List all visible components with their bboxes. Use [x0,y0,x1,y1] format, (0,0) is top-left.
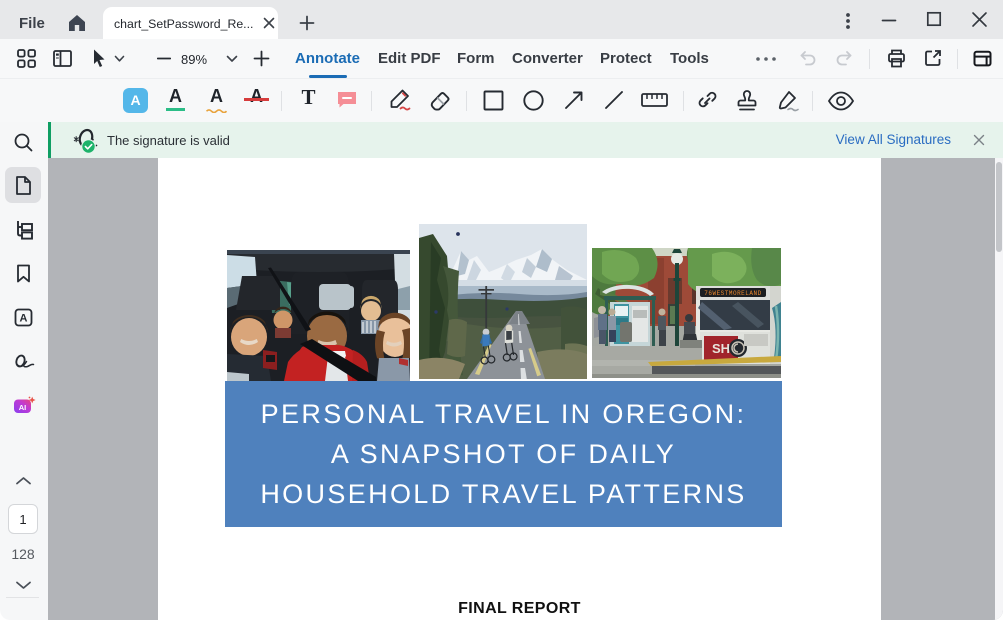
svg-text:SH: SH [712,341,730,356]
svg-text:AI: AI [19,403,27,412]
svg-text:76WESTMORELAND: 76WESTMORELAND [704,290,761,297]
svg-text:A: A [20,313,28,325]
